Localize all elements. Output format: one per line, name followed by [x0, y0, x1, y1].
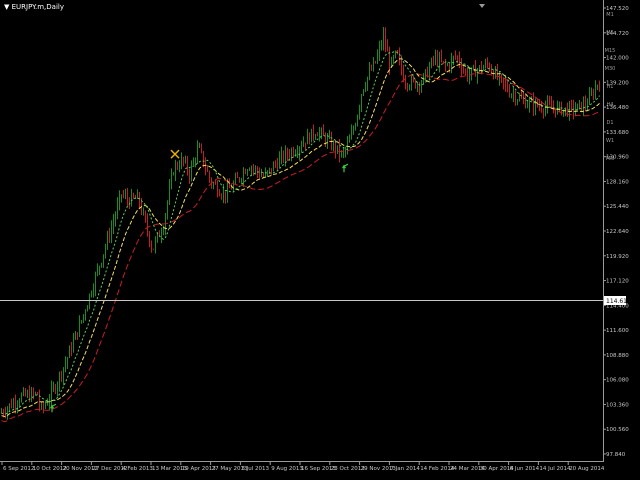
price-tick-label: 122.640	[606, 229, 629, 235]
crosshair-price-label: 114.614	[606, 298, 631, 305]
time-tick-label: 6 Jun 2014	[510, 466, 540, 472]
price-chart[interactable]: 147.520144.720142.000139.200136.480133.6…	[0, 0, 640, 480]
timeframe-button-m15[interactable]: M15	[603, 48, 617, 54]
symbol-label[interactable]: ▼ EURJPY.m,Daily	[4, 3, 64, 11]
price-tick-label: 117.120	[606, 279, 629, 285]
time-tick-label: 6 Sep 2012	[3, 466, 34, 472]
price-tick-label: 100.560	[606, 427, 629, 433]
price-tick-label: 97.840	[606, 452, 626, 458]
price-tick-label: 111.600	[606, 328, 629, 334]
price-tick-label: 142.000	[606, 56, 629, 62]
price-tick-label: 125.440	[606, 204, 629, 210]
time-tick-label: 7 Jan 2014	[390, 466, 420, 472]
price-tick-label: 108.880	[606, 353, 629, 359]
timeframe-button-h4[interactable]: H4	[603, 102, 617, 108]
timeframe-button-w1[interactable]: W1	[603, 138, 617, 144]
time-tick-label: 14 Jul 2014	[539, 466, 571, 472]
price-tick-label: 106.080	[606, 378, 629, 384]
timeframe-button-d1[interactable]: D1	[603, 120, 617, 126]
timeframe-button-m30[interactable]: M30	[603, 66, 617, 72]
price-tick-label: 103.360	[606, 402, 629, 408]
price-tick-label: 128.160	[606, 179, 629, 185]
timeframe-button-h1[interactable]: H1	[603, 84, 617, 90]
price-tick-label: 133.680	[606, 130, 629, 136]
time-tick-label: 4 Feb 2013	[122, 466, 153, 472]
timeframe-button-m1[interactable]: M1	[603, 12, 617, 18]
chart-background	[0, 0, 640, 480]
timeframe-button-m5[interactable]: M5	[603, 30, 617, 36]
price-tick-label: 119.920	[606, 254, 629, 260]
timeframe-button-mn[interactable]: MN	[603, 156, 617, 162]
time-tick-label: 20 Aug 2014	[569, 466, 605, 472]
time-tick-label: 9 Aug 2013	[271, 466, 303, 472]
time-tick-label: 3 Jul 2013	[241, 466, 269, 472]
